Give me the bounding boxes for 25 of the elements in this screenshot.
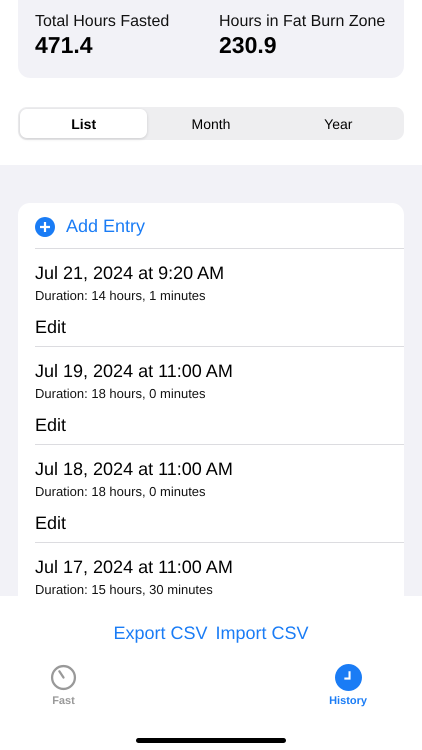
edit-button[interactable]: Edit [35, 513, 66, 534]
entry-date: Jul 19, 2024 at 11:00 AM [35, 361, 234, 382]
entry-date: Jul 21, 2024 at 9:20 AM [35, 263, 226, 284]
csv-link[interactable]: Import CSV [216, 623, 309, 644]
clock-icon [334, 664, 362, 691]
timer-icon [50, 664, 77, 691]
stat-label: Total Hours Fasted [35, 13, 170, 31]
entry-date: Jul 18, 2024 at 11:00 AM [35, 459, 234, 480]
add-entry-button[interactable]: Add Entry [18, 203, 162, 248]
entry-date: Jul 17, 2024 at 11:00 AM [35, 557, 234, 578]
entry-duration: Duration: 15 hours, 30 minutes [35, 582, 214, 596]
entry-duration: Duration: 18 hours, 0 minutes [35, 386, 207, 401]
stat-value: 230.9 [219, 32, 278, 59]
entry-duration: Duration: 18 hours, 0 minutes [35, 484, 207, 499]
plus-icon [35, 216, 55, 236]
segment-tab[interactable]: Month [147, 109, 275, 138]
edit-button[interactable]: Edit [35, 415, 66, 436]
segment-tab[interactable]: List [20, 109, 148, 138]
segment-tab[interactable]: Year [274, 109, 402, 138]
entry-duration: Duration: 14 hours, 1 minutes [35, 288, 207, 303]
edit-button[interactable]: Edit [35, 317, 66, 338]
stat-label: Hours in Fat Burn Zone [219, 13, 386, 31]
csv-link[interactable]: Export CSV [113, 623, 208, 644]
tab-bar-item[interactable]: History [329, 664, 367, 707]
stat-value: 471.4 [35, 32, 94, 59]
